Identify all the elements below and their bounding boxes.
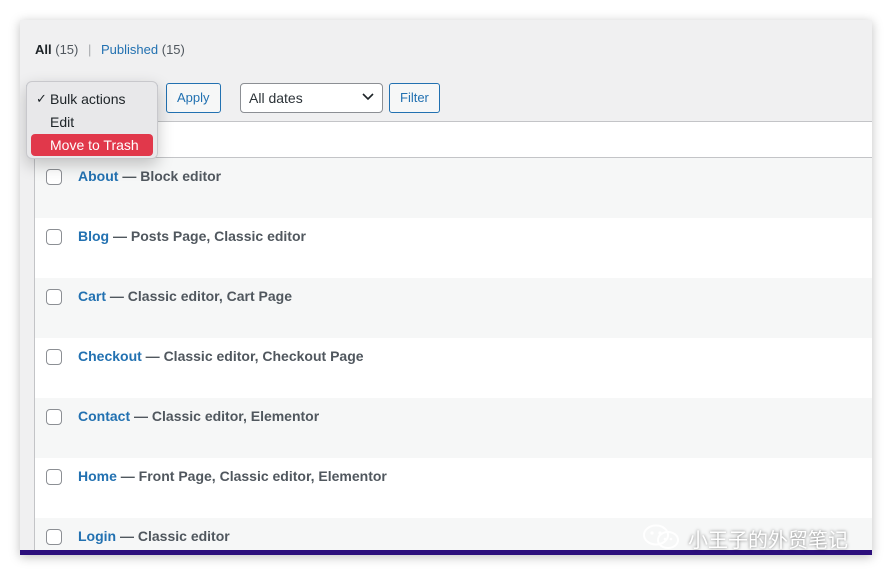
post-states: — Front Page, Classic editor, Elementor [116,468,387,484]
row-checkbox[interactable] [46,409,62,425]
filter-all-link[interactable]: All [35,42,52,57]
page-title-link[interactable]: Blog [78,228,109,244]
post-states: — Classic editor, Elementor [130,408,320,424]
status-filter-links: All (15) | Published (15) [35,42,185,57]
table-row: Home — Front Page, Classic editor, Eleme… [35,458,872,518]
dropdown-option-label: Edit [50,114,75,130]
post-states: — Classic editor, Checkout Page [141,348,364,364]
page-title-link[interactable]: Contact [78,408,130,424]
row-checkbox[interactable] [46,289,62,305]
dropdown-option-label: Move to Trash [50,137,139,153]
page-title-link[interactable]: Checkout [78,348,142,364]
row-checkbox[interactable] [46,229,62,245]
page-title-link[interactable]: Home [78,468,117,484]
table-row: Blog — Posts Page, Classic editor [35,218,872,278]
wechat-icon [643,524,679,549]
dropdown-option-edit[interactable]: Edit [31,111,153,133]
filter-separator: | [88,42,92,57]
row-checkbox[interactable] [46,469,62,485]
row-title: Home — Front Page, Classic editor, Eleme… [78,468,387,484]
dropdown-option-move-to-trash[interactable]: Move to Trash [31,134,153,156]
row-checkbox[interactable] [46,169,62,185]
row-title: Checkout — Classic editor, Checkout Page [78,348,364,364]
filter-published-link[interactable]: Published [101,42,158,57]
pages-list-table: About — Block editor Blog — Posts Page, … [34,121,872,555]
post-states: — Classic editor [116,528,230,544]
table-header-row [35,122,872,158]
dropdown-option-bulk-actions[interactable]: ✓ Bulk actions [31,88,153,110]
page-title-link[interactable]: Login [78,528,116,544]
apply-button[interactable]: Apply [166,83,221,113]
chevron-down-icon [362,93,374,101]
row-checkbox[interactable] [46,529,62,545]
table-row: Checkout — Classic editor, Checkout Page [35,338,872,398]
table-row: About — Block editor [35,158,872,218]
row-title: Cart — Classic editor, Cart Page [78,288,292,304]
row-checkbox[interactable] [46,349,62,365]
bulk-actions-dropdown-menu: ✓ Bulk actions Edit Move to Trash [26,81,158,159]
page-title-link[interactable]: Cart [78,288,106,304]
filter-button[interactable]: Filter [389,83,440,113]
post-states: — Block editor [118,168,222,184]
row-title: Blog — Posts Page, Classic editor [78,228,306,244]
checkmark-icon: ✓ [36,91,47,106]
filter-published-count: (15) [161,42,185,57]
post-states: — Classic editor, Cart Page [106,288,292,304]
dropdown-option-label: Bulk actions [50,91,126,107]
table-row: Cart — Classic editor, Cart Page [35,278,872,338]
filter-all-count: (15) [55,42,79,57]
page-title-link[interactable]: About [78,168,118,184]
date-filter-value: All dates [249,90,303,106]
row-title: Contact — Classic editor, Elementor [78,408,319,424]
post-states: — Posts Page, Classic editor [109,228,306,244]
table-row: Contact — Classic editor, Elementor [35,398,872,458]
watermark-text: 小王子的外贸笔记 [688,530,848,552]
row-title: About — Block editor [78,168,221,184]
date-filter-select[interactable]: All dates [240,83,383,113]
row-title: Login — Classic editor [78,528,230,544]
wp-admin-pages-frame: All (15) | Published (15) Apply All date… [20,20,872,555]
